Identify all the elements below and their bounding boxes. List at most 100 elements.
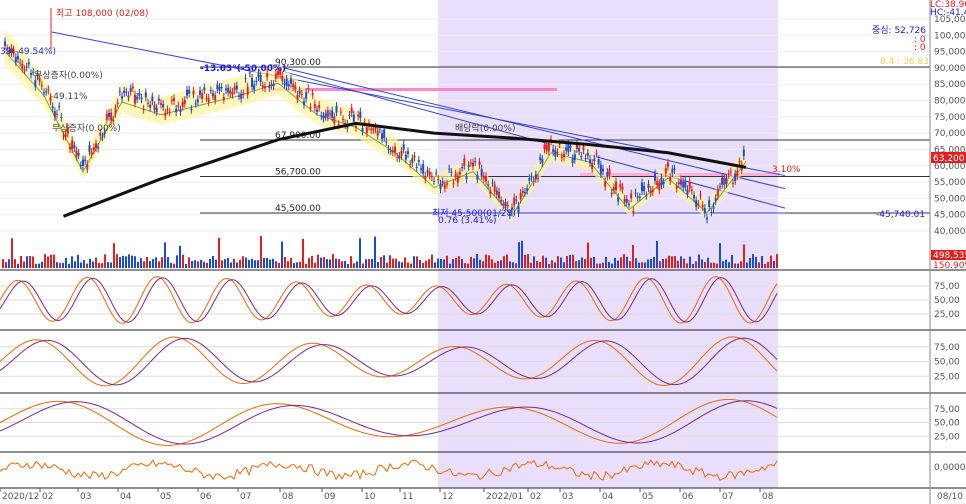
candle-body xyxy=(110,112,113,121)
candle-body xyxy=(543,144,546,150)
volume-bar xyxy=(521,240,523,268)
candle-body xyxy=(667,162,669,167)
volume-bar xyxy=(641,262,643,268)
price-tick-label: 95,000 xyxy=(934,48,966,58)
volume-bar xyxy=(431,254,433,268)
candle-body xyxy=(64,133,67,137)
volume-bar xyxy=(524,254,526,268)
candle-body xyxy=(205,97,208,99)
candle-body xyxy=(656,180,659,186)
volume-bar xyxy=(407,262,409,268)
candle-body xyxy=(435,172,438,174)
candle-body xyxy=(589,159,591,164)
candle-body xyxy=(673,168,676,171)
volume-bar xyxy=(266,258,268,268)
candle-body xyxy=(153,105,156,110)
candle-body xyxy=(359,111,362,119)
candle-body xyxy=(493,184,496,192)
candle-body xyxy=(420,168,422,170)
candle-body xyxy=(90,152,93,155)
volume-bar xyxy=(251,258,253,268)
price-tick-label: 100,000 xyxy=(934,31,966,41)
volume-bar xyxy=(344,260,346,268)
volume-bar xyxy=(680,256,682,268)
volume-bar xyxy=(611,263,613,268)
candle-body xyxy=(524,191,526,193)
date-tick-label: 08 xyxy=(762,492,774,502)
candle-body xyxy=(82,159,84,166)
volume-bar xyxy=(761,256,763,268)
candle-body xyxy=(296,94,299,100)
candle-body xyxy=(567,143,570,153)
candle-body xyxy=(467,164,470,167)
candle-body xyxy=(612,187,615,191)
candle-body xyxy=(686,189,689,195)
candle-body xyxy=(654,173,656,181)
volume-bar xyxy=(560,257,562,268)
volume-bar xyxy=(113,243,115,268)
volume-bar xyxy=(596,263,598,268)
volume-bar xyxy=(317,254,319,268)
candle-body xyxy=(602,168,604,172)
osc-tick-label: 50,00 xyxy=(934,296,960,306)
candle-body xyxy=(446,183,448,185)
date-tick-label: 04 xyxy=(602,492,614,502)
candle-body xyxy=(732,182,734,184)
volume-bar xyxy=(410,263,412,268)
candle-body xyxy=(619,184,622,188)
candle-body xyxy=(719,186,721,188)
volume-bar xyxy=(749,257,751,268)
candle-body xyxy=(283,82,286,85)
candle-body xyxy=(34,80,37,87)
hc-label: HC:-41.4 xyxy=(930,8,966,18)
candle-body xyxy=(708,200,711,207)
candle-body xyxy=(409,164,412,166)
candle-body xyxy=(391,150,394,153)
volume-bar xyxy=(239,259,241,268)
candle-body xyxy=(162,104,165,108)
volume-bar xyxy=(362,263,364,268)
candle-body xyxy=(591,162,594,169)
candle-body xyxy=(636,196,639,198)
volume-bar xyxy=(638,262,640,268)
volume-pct: 150.90% xyxy=(933,261,966,271)
candle-body xyxy=(322,115,325,119)
date-tick-label: 07 xyxy=(722,492,733,502)
candle-body xyxy=(114,108,117,114)
candle-body xyxy=(305,92,308,99)
candle-body xyxy=(465,176,468,180)
volume-bar xyxy=(617,260,619,268)
volume-bar xyxy=(92,261,94,268)
candle-body xyxy=(69,146,71,150)
volume-bar xyxy=(332,254,334,268)
candle-body xyxy=(441,181,444,183)
volume-bar xyxy=(389,255,391,268)
volume-bar xyxy=(158,261,160,268)
candle-body xyxy=(27,62,30,65)
candle-body xyxy=(541,158,544,164)
volume-bar xyxy=(482,261,484,268)
volume-bar xyxy=(203,261,205,268)
candle-body xyxy=(376,130,379,136)
volume-bar xyxy=(161,257,163,268)
candle-body xyxy=(697,203,700,206)
volume-bar xyxy=(539,262,541,268)
candle-body xyxy=(307,88,310,90)
candle-body xyxy=(502,203,505,206)
candle-body xyxy=(292,83,295,88)
candle-body xyxy=(378,128,381,130)
candle-body xyxy=(309,107,312,109)
volume-bar xyxy=(263,258,265,268)
rate-mid: -13.63°(-50.00%) xyxy=(200,64,286,74)
volume-bar xyxy=(479,259,481,268)
volume-bar xyxy=(68,263,70,268)
volume-bar xyxy=(608,261,610,268)
candle-body xyxy=(426,170,429,173)
candle-body xyxy=(643,185,646,192)
candle-body xyxy=(294,85,297,89)
candle-body xyxy=(316,109,318,112)
candle-body xyxy=(75,150,78,157)
chart-canvas[interactable]: 90,300.0067,900.0056,700.0045,500.00 75,… xyxy=(0,0,966,504)
candle-body xyxy=(606,172,609,177)
candle-body xyxy=(95,143,97,149)
